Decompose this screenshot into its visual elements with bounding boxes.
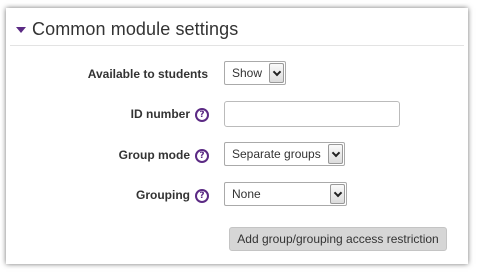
visibility-label: Available to students: [87, 67, 208, 81]
fieldset-common-module-settings: Common module settings Available to stud…: [6, 8, 468, 264]
grouping-value: None: [232, 187, 261, 201]
add-restriction-button[interactable]: Add group/grouping access restriction: [229, 227, 447, 251]
grouping-select[interactable]: None: [224, 182, 347, 206]
groupmode-select[interactable]: Separate groups: [224, 142, 345, 166]
section-title: Common module settings: [32, 19, 239, 39]
dropdown-arrow-icon: [269, 63, 284, 83]
help-icon[interactable]: ?: [195, 189, 209, 203]
help-icon[interactable]: ?: [195, 149, 209, 163]
visibility-select[interactable]: Show: [224, 61, 286, 85]
dropdown-arrow-icon: [328, 144, 343, 164]
grouping-label: Grouping: [136, 188, 190, 202]
fieldset-legend: Common module settings: [10, 14, 464, 46]
groupmode-label: Group mode: [118, 148, 190, 162]
help-icon[interactable]: ?: [195, 108, 209, 122]
visibility-value: Show: [232, 66, 263, 80]
section-toggle[interactable]: Common module settings: [10, 19, 238, 40]
groupmode-value: Separate groups: [232, 147, 321, 161]
idnumber-input[interactable]: [224, 101, 400, 127]
dropdown-arrow-icon: [330, 184, 345, 204]
collapse-triangle-icon: [16, 26, 26, 33]
idnumber-label: ID number: [130, 107, 190, 121]
